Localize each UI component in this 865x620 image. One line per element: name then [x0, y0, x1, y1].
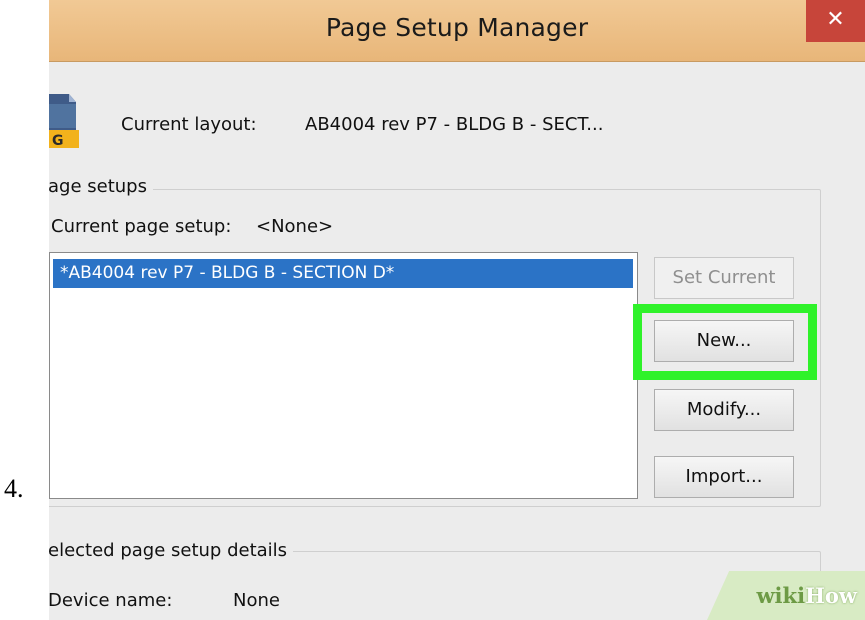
- device-name-value: None: [233, 590, 280, 611]
- step-number: 4.: [4, 474, 24, 503]
- current-page-setup-value: <None>: [256, 216, 334, 237]
- page-setups-group-label: age setups: [49, 176, 153, 197]
- close-button[interactable]: ✕: [806, 0, 865, 42]
- dwg-icon-text: G: [52, 133, 64, 149]
- details-group-label: elected page setup details: [49, 540, 294, 561]
- current-page-setup-label: Current page setup:: [51, 216, 232, 237]
- new-button-highlight: [633, 304, 817, 380]
- wikihow-watermark: wikiHow: [707, 571, 865, 620]
- current-layout-label: Current layout:: [121, 114, 257, 135]
- current-layout-value: AB4004 rev P7 - BLDG B - SECT...: [305, 114, 604, 135]
- import-button[interactable]: Import...: [654, 456, 794, 498]
- watermark-how: How: [805, 583, 857, 608]
- page-setup-manager-dialog: Page Setup Manager ✕ G Current layout: A…: [49, 0, 865, 620]
- set-current-button[interactable]: Set Current: [654, 257, 794, 299]
- device-name-label: Device name:: [49, 590, 173, 611]
- title-bar[interactable]: Page Setup Manager ✕: [49, 0, 865, 62]
- page-setups-list[interactable]: *AB4004 rev P7 - BLDG B - SECTION D*: [49, 252, 638, 499]
- modify-button[interactable]: Modify...: [654, 389, 794, 431]
- list-item-selected[interactable]: *AB4004 rev P7 - BLDG B - SECTION D*: [53, 259, 633, 288]
- close-icon: ✕: [826, 7, 845, 32]
- watermark-wiki: wiki: [756, 583, 806, 608]
- dwg-file-icon: G: [49, 90, 83, 152]
- dialog-title: Page Setup Manager: [325, 13, 589, 42]
